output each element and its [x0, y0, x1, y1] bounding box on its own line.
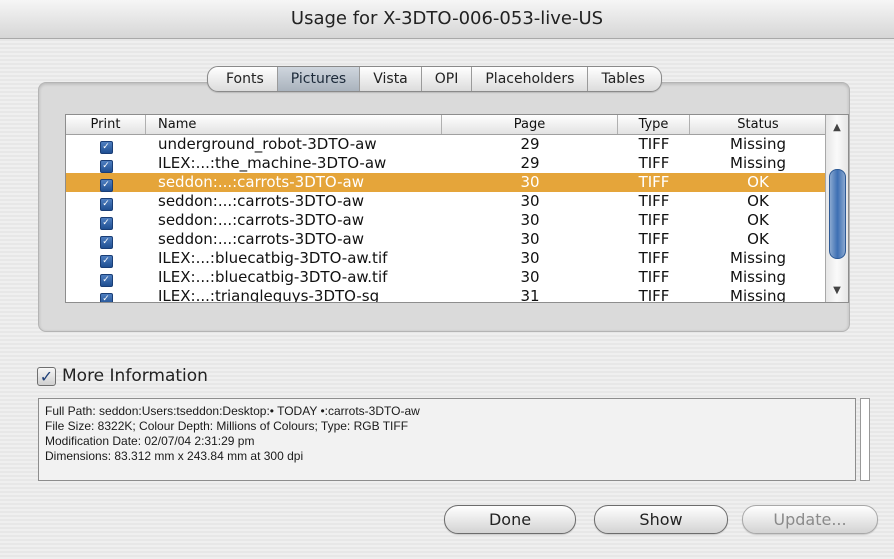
- print-cell: ✓: [66, 249, 146, 268]
- info-modification-date: Modification Date: 02/07/04 2:31:29 pm: [45, 434, 255, 448]
- more-information-toggle[interactable]: ✓ More Information: [37, 366, 208, 386]
- scroll-thumb[interactable]: [829, 169, 846, 259]
- more-information-label: More Information: [62, 366, 208, 386]
- table-header: Print Name Page Type Status: [66, 115, 826, 135]
- tab-placeholders[interactable]: Placeholders: [471, 67, 587, 91]
- page-number: 29: [520, 135, 540, 153]
- file-type: TIFF: [638, 230, 670, 248]
- picture-name: seddon:...:carrots-3DTO-aw: [158, 230, 365, 248]
- table-row[interactable]: ✓ seddon:...:carrots-3DTO-aw 30 TIFF OK: [66, 192, 826, 211]
- page-number: 31: [520, 287, 540, 303]
- status-text: OK: [747, 173, 769, 191]
- update-button[interactable]: Update...: [742, 505, 878, 534]
- scroll-up-icon[interactable]: ▲: [830, 121, 844, 135]
- done-button[interactable]: Done: [444, 505, 576, 534]
- print-cell: ✓: [66, 211, 146, 230]
- print-checkbox[interactable]: ✓: [99, 293, 113, 302]
- page-number: 30: [520, 192, 540, 210]
- column-header-print[interactable]: Print: [66, 115, 146, 134]
- column-header-page[interactable]: Page: [442, 115, 618, 134]
- info-dimensions: Dimensions: 83.312 mm x 243.84 mm at 300…: [45, 449, 304, 463]
- info-file-size: File Size: 8322K; Colour Depth: Millions…: [45, 419, 409, 433]
- print-checkbox[interactable]: ✓: [99, 198, 113, 211]
- file-type: TIFF: [638, 268, 670, 286]
- page-number: 30: [520, 249, 540, 267]
- print-checkbox[interactable]: ✓: [99, 141, 113, 154]
- table-row[interactable]: ✓ seddon:...:carrots-3DTO-aw 30 TIFF OK: [66, 173, 826, 192]
- table-row[interactable]: ✓ seddon:...:carrots-3DTO-aw 30 TIFF OK: [66, 211, 826, 230]
- status-text: Missing: [730, 249, 786, 267]
- print-checkbox[interactable]: ✓: [99, 236, 113, 249]
- page-number: 30: [520, 230, 540, 248]
- show-button[interactable]: Show: [594, 505, 728, 534]
- status-text: OK: [747, 230, 769, 248]
- page-number: 30: [520, 268, 540, 286]
- print-cell: ✓: [66, 154, 146, 173]
- table-row[interactable]: ✓ seddon:...:carrots-3DTO-aw 30 TIFF OK: [66, 230, 826, 249]
- tab-tables[interactable]: Tables: [587, 67, 661, 91]
- table-row[interactable]: ✓ ILEX:...:bluecatbig-3DTO-aw.tif 30 TIFF Mi…: [66, 249, 826, 268]
- column-header-status[interactable]: Status: [690, 115, 826, 134]
- status-text: Missing: [730, 154, 786, 172]
- table-row[interactable]: ✓ ILEX:...:bluecatbig-3DTO-aw.tif 30 TIFF Mi…: [66, 268, 826, 287]
- tab-vista[interactable]: Vista: [359, 67, 421, 91]
- file-type: TIFF: [638, 249, 670, 267]
- status-text: OK: [747, 192, 769, 210]
- tab-bar: Fonts Pictures Vista OPI Placeholders Ta…: [207, 66, 662, 92]
- pictures-table[interactable]: Print Name Page Type Status ✓ underground…: [65, 114, 849, 303]
- column-header-name[interactable]: Name: [146, 115, 442, 134]
- print-cell: ✓: [66, 135, 146, 154]
- print-cell: ✓: [66, 173, 146, 192]
- file-type: TIFF: [638, 135, 670, 153]
- print-cell: ✓: [66, 287, 146, 302]
- print-cell: ✓: [66, 192, 146, 211]
- file-type: TIFF: [638, 287, 670, 303]
- print-cell: ✓: [66, 230, 146, 249]
- file-type: TIFF: [638, 173, 670, 191]
- picture-name: seddon:...:carrots-3DTO-aw: [158, 192, 365, 210]
- file-type: TIFF: [638, 192, 670, 210]
- table-scrollbar[interactable]: ▲ ▼: [825, 115, 848, 302]
- table-row[interactable]: ✓ ILEX:...:triangleguys-3DTO-sg 31 TIFF Miss…: [66, 287, 826, 303]
- page-number: 30: [520, 211, 540, 229]
- picture-name: seddon:...:carrots-3DTO-aw: [158, 211, 365, 229]
- info-scrollbar[interactable]: [860, 398, 870, 481]
- file-type: TIFF: [638, 154, 670, 172]
- table-body: ✓ underground_robot-3DTO-aw 29 TIFF Missing ✓…: [66, 135, 826, 303]
- picture-name: ILEX:...:the_machine-3DTO-aw: [158, 154, 387, 172]
- print-checkbox[interactable]: ✓: [99, 179, 113, 192]
- info-full-path: Full Path: seddon:Users:tseddon:Desktop:…: [45, 404, 420, 418]
- picture-name: ILEX:...:bluecatbig-3DTO-aw.tif: [158, 268, 388, 286]
- tab-opi[interactable]: OPI: [420, 67, 472, 91]
- print-cell: ✓: [66, 268, 146, 287]
- status-text: OK: [747, 211, 769, 229]
- scroll-down-icon[interactable]: ▼: [830, 284, 844, 298]
- tab-pictures[interactable]: Pictures: [276, 67, 360, 91]
- column-header-type[interactable]: Type: [618, 115, 690, 134]
- picture-name: underground_robot-3DTO-aw: [158, 135, 377, 153]
- print-checkbox[interactable]: ✓: [99, 255, 113, 268]
- picture-name: seddon:...:carrots-3DTO-aw: [158, 173, 365, 191]
- print-checkbox[interactable]: ✓: [99, 274, 113, 287]
- print-checkbox[interactable]: ✓: [99, 217, 113, 230]
- more-information-checkbox[interactable]: ✓: [37, 366, 56, 386]
- status-text: Missing: [730, 268, 786, 286]
- picture-name: ILEX:...:triangleguys-3DTO-sg: [158, 287, 380, 303]
- status-text: Missing: [730, 287, 786, 303]
- page-number: 30: [520, 173, 540, 191]
- print-checkbox[interactable]: ✓: [99, 160, 113, 173]
- file-info-panel: Full Path: seddon:Users:tseddon:Desktop:…: [38, 398, 856, 481]
- window-title: Usage for X-3DTO-006-053-live-US: [0, 0, 894, 39]
- table-row[interactable]: ✓ ILEX:...:the_machine-3DTO-aw 29 TIFF Missi…: [66, 154, 826, 173]
- file-type: TIFF: [638, 211, 670, 229]
- picture-name: ILEX:...:bluecatbig-3DTO-aw.tif: [158, 249, 388, 267]
- table-row[interactable]: ✓ underground_robot-3DTO-aw 29 TIFF Missing: [66, 135, 826, 154]
- page-number: 29: [520, 154, 540, 172]
- status-text: Missing: [730, 135, 786, 153]
- tab-fonts[interactable]: Fonts: [208, 67, 277, 91]
